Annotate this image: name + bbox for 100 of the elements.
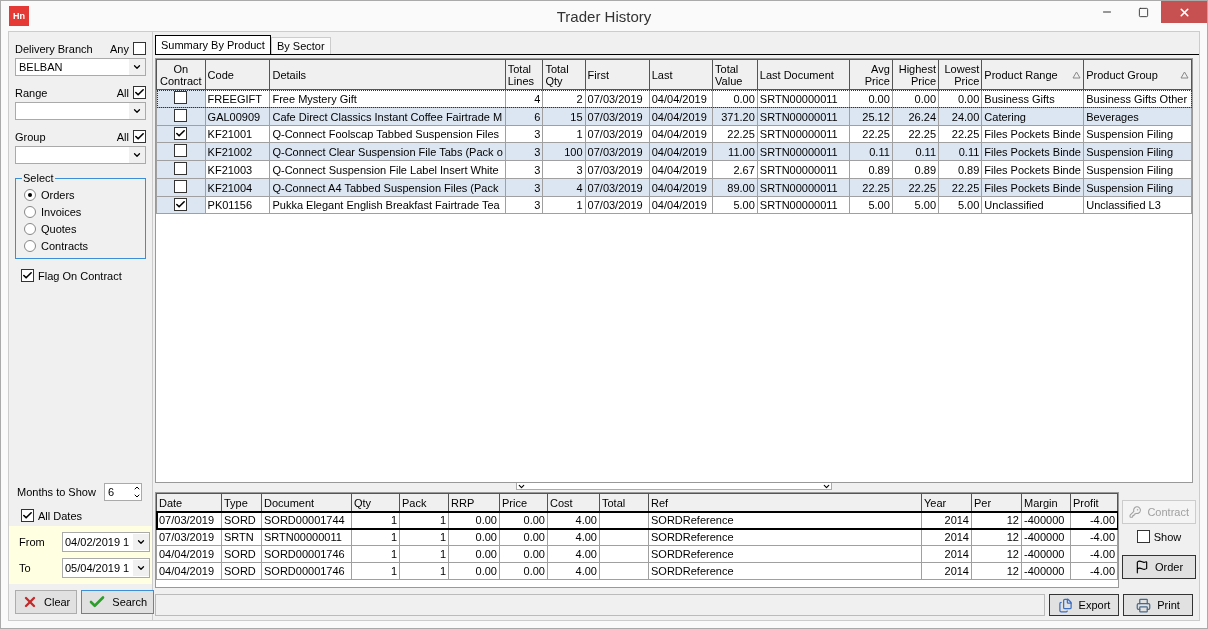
table-cell: -4.00 — [1070, 528, 1118, 546]
table-cell: 0.00 — [938, 89, 982, 108]
table-cell: SORD — [221, 562, 262, 580]
checkbox-label: Flag On Contract — [38, 269, 122, 282]
documents-icon — [1057, 597, 1073, 613]
table-cell: PK01156 — [205, 196, 270, 214]
row-checkbox[interactable] — [174, 127, 188, 140]
radio-button[interactable] — [24, 189, 36, 201]
table-cell: SORD — [221, 545, 262, 563]
column-header[interactable]: First — [585, 59, 650, 90]
row-checkbox[interactable] — [174, 91, 188, 104]
table-cell: KF21001 — [205, 125, 270, 143]
table-cell: KF21004 — [205, 178, 270, 197]
table-cell: 0.11 — [849, 142, 893, 161]
column-header[interactable]: Pack — [399, 493, 449, 512]
splitter-handle[interactable] — [516, 483, 832, 490]
clear-button[interactable]: Clear — [15, 590, 78, 614]
row-checkbox[interactable] — [174, 109, 188, 122]
table-cell: SRTN00000011 — [757, 178, 850, 197]
column-header[interactable]: Lowest Price — [938, 59, 982, 90]
search-button[interactable]: Search — [81, 590, 155, 614]
tab[interactable]: By Sector — [270, 37, 331, 54]
date-picker[interactable]: 05/04/2019 1 — [62, 558, 150, 578]
all-dates-checkbox[interactable] — [21, 509, 34, 522]
row-checkbox[interactable] — [174, 162, 188, 175]
branch-dropdown[interactable]: BELBAN — [15, 58, 146, 76]
column-header[interactable]: Total Value — [712, 59, 758, 90]
column-header[interactable]: Last Document — [757, 59, 850, 90]
table-cell: 22.25 — [938, 178, 982, 197]
row-checkbox[interactable] — [174, 180, 188, 193]
column-header[interactable]: Total Lines — [505, 59, 543, 90]
column-header[interactable]: Product Group — [1083, 59, 1192, 90]
all-checkbox[interactable] — [133, 130, 146, 143]
radio-button[interactable] — [24, 240, 36, 252]
table-cell: SRTN00000011 — [757, 125, 850, 143]
table-cell: Suspension Filing — [1083, 125, 1192, 143]
column-header[interactable]: Margin — [1021, 493, 1071, 512]
show-checkbox[interactable] — [1136, 530, 1150, 543]
column-header[interactable]: Avg Price — [849, 59, 893, 90]
caret-icon — [136, 563, 146, 573]
column-header[interactable]: Total Qty — [542, 59, 586, 90]
table-cell: 3 — [505, 125, 543, 143]
table-cell: 2.67 — [712, 160, 758, 179]
column-header[interactable]: Date — [156, 493, 222, 512]
table-cell: 1 — [399, 545, 449, 563]
table-cell: FREEGIFT — [205, 89, 270, 108]
column-header[interactable]: Year — [921, 493, 972, 512]
column-header[interactable]: Code — [205, 59, 270, 90]
table-cell: Cafe Direct Classics Instant Coffee Fairtrade M — [269, 107, 506, 126]
column-header[interactable]: Cost — [547, 493, 600, 512]
column-header[interactable]: Document — [261, 493, 352, 512]
row-checkbox[interactable] — [174, 144, 188, 157]
all-checkbox[interactable] — [133, 86, 146, 99]
table-cell: 22.25 — [849, 178, 893, 197]
column-header[interactable]: Ref — [648, 493, 922, 512]
column-header[interactable]: Product Range — [981, 59, 1084, 90]
radio-button[interactable] — [24, 223, 36, 235]
column-header[interactable]: Details — [269, 59, 506, 90]
flag-checkbox[interactable] — [21, 269, 34, 282]
caret-icon — [132, 62, 142, 72]
table-cell: 4.00 — [547, 528, 600, 546]
table-cell: 04/04/2019 — [649, 142, 713, 161]
table-cell: KF21002 — [205, 142, 270, 161]
column-header[interactable]: RRP — [448, 493, 500, 512]
table-cell: 1 — [542, 125, 586, 143]
column-header[interactable]: On Contract — [156, 59, 206, 90]
table-cell: -4.00 — [1070, 545, 1118, 563]
table-cell: Suspension Filing — [1083, 160, 1192, 179]
table-cell: 07/03/2019 — [585, 196, 650, 214]
column-header[interactable]: Qty — [351, 493, 400, 512]
print-button[interactable]: Print — [1123, 594, 1193, 616]
radio-button[interactable] — [24, 206, 36, 218]
close-button[interactable] — [1161, 1, 1207, 23]
table-cell: 2014 — [921, 545, 972, 563]
months-spinner[interactable]: 6 — [104, 483, 142, 501]
table-cell: Files Pockets Binde — [981, 142, 1084, 161]
column-header[interactable]: Type — [221, 493, 262, 512]
column-header[interactable]: Price — [499, 493, 548, 512]
order-button[interactable]: Order — [1122, 555, 1196, 579]
column-header[interactable]: Per — [971, 493, 1022, 512]
column-header[interactable]: Highest Price — [892, 59, 939, 90]
table-cell: -400000 — [1021, 528, 1071, 546]
export-button[interactable]: Export — [1049, 594, 1119, 616]
table-cell: 1 — [351, 545, 400, 563]
table-cell: 04/04/2019 — [649, 178, 713, 197]
column-header[interactable]: Total — [599, 493, 649, 512]
table-cell: 3 — [505, 160, 543, 179]
any-checkbox[interactable] — [133, 42, 146, 55]
column-header[interactable]: Last — [649, 59, 713, 90]
column-header[interactable]: Profit — [1070, 493, 1118, 512]
table-cell: 6 — [505, 107, 543, 126]
table-cell: 3 — [505, 142, 543, 161]
table-cell: 1 — [351, 528, 400, 546]
table-cell: SRTN00000011 — [757, 107, 850, 126]
date-picker[interactable]: 04/02/2019 1 — [62, 532, 150, 552]
row-checkbox[interactable] — [174, 198, 188, 211]
table-cell: 4.00 — [547, 562, 600, 580]
table-cell: 12 — [971, 562, 1022, 580]
tab[interactable]: Summary By Product — [155, 35, 271, 54]
group-title: Select — [22, 172, 55, 184]
